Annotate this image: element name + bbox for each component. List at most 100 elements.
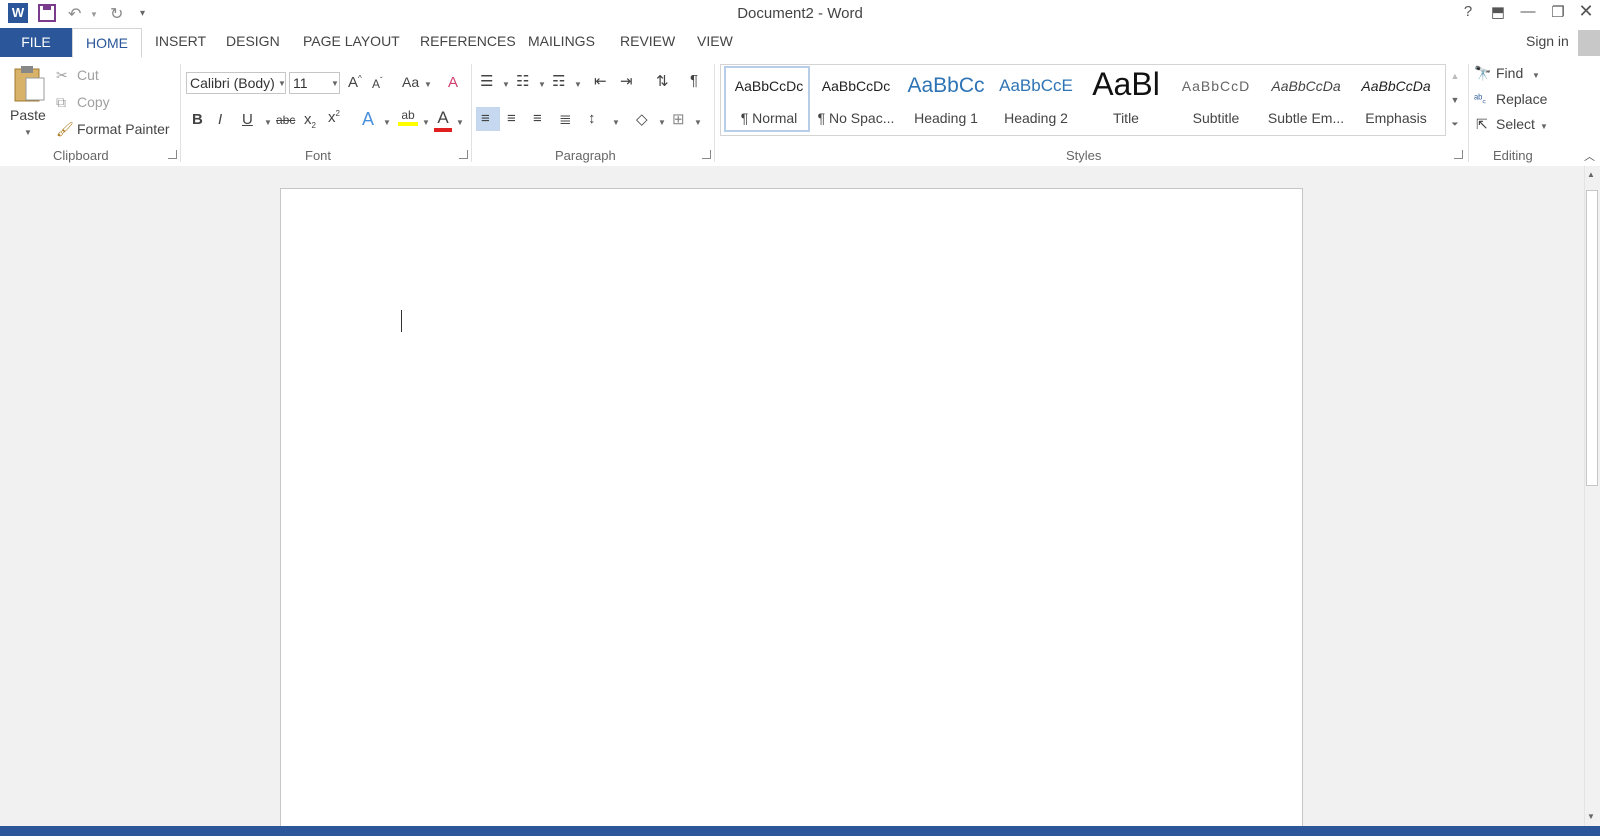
increase-indent-icon[interactable]: ⇥ [620, 72, 633, 90]
styles-launcher-icon[interactable] [1454, 150, 1463, 159]
replace-icon[interactable]: ᵃᵇ꜀ [1474, 91, 1486, 106]
scroll-up-icon[interactable]: ▲ [1587, 170, 1595, 179]
restore-icon[interactable]: ❐ [1546, 3, 1570, 21]
close-icon[interactable]: ✕ [1574, 1, 1598, 22]
decrease-indent-icon[interactable]: ⇤ [594, 72, 607, 90]
sign-in-link[interactable]: Sign in [1526, 33, 1569, 49]
paragraph-launcher-icon[interactable] [702, 150, 711, 159]
justify-icon[interactable]: ≣ [559, 110, 572, 128]
collapse-ribbon-icon[interactable]: ︿ [1584, 148, 1595, 164]
tab-view[interactable]: VIEW [697, 33, 733, 49]
paste-button[interactable]: Paste [10, 107, 46, 123]
group-divider [714, 64, 715, 162]
font-name-combo[interactable]: Calibri (Body) [186, 72, 286, 94]
cut-button[interactable]: Cut [77, 67, 99, 83]
highlight-icon[interactable]: ab [398, 108, 418, 126]
change-case-dropdown-icon[interactable]: ▼ [424, 80, 432, 89]
shading-icon[interactable]: ◇ [636, 110, 648, 128]
font-color-dropdown-icon[interactable]: ▼ [456, 118, 464, 127]
multilevel-list-dropdown-icon[interactable]: ▼ [574, 80, 582, 89]
style-name: Emphasis [1365, 110, 1427, 126]
text-effects-icon[interactable]: A [362, 109, 374, 130]
align-right-icon[interactable]: ≡ [533, 110, 542, 127]
style-sample: AaBbCcDc [734, 78, 804, 94]
style-title[interactable]: AaBl Title [1083, 66, 1169, 132]
tab-design[interactable]: DESIGN [226, 33, 280, 49]
numbering-dropdown-icon[interactable]: ▼ [538, 80, 546, 89]
editing-group-label: Editing [1493, 148, 1533, 163]
styles-scroll-down-icon[interactable]: ▼ [1446, 88, 1464, 112]
styles-more-icon[interactable]: ⏷ [1446, 112, 1464, 136]
italic-icon[interactable]: I [218, 111, 222, 128]
find-dropdown-icon[interactable]: ▼ [1532, 71, 1540, 80]
style-emphasis[interactable]: AaBbCcDa Emphasis [1353, 66, 1439, 132]
bullets-icon[interactable]: ☰ [480, 72, 493, 90]
shrink-font-icon[interactable]: Aˇ [372, 76, 383, 91]
underline-dropdown-icon[interactable]: ▼ [264, 118, 272, 127]
text-effects-dropdown-icon[interactable]: ▼ [383, 118, 391, 127]
numbering-icon[interactable]: ☷ [516, 72, 529, 90]
minimize-icon[interactable]: — [1516, 3, 1540, 20]
sort-icon[interactable]: ⇅ [656, 72, 669, 90]
paste-dropdown-icon[interactable]: ▼ [24, 128, 32, 137]
select-dropdown-icon[interactable]: ▼ [1540, 122, 1548, 131]
copy-button[interactable]: Copy [77, 94, 110, 110]
font-name-dropdown-icon[interactable]: ▼ [278, 79, 286, 88]
style-normal[interactable]: AaBbCcDc ¶ Normal [724, 66, 810, 132]
tab-home[interactable]: HOME [72, 28, 142, 58]
tab-references[interactable]: REFERENCES [420, 33, 516, 49]
subscript-icon[interactable]: x2 [304, 111, 316, 130]
highlight-dropdown-icon[interactable]: ▼ [422, 118, 430, 127]
format-painter-button[interactable]: Format Painter [77, 121, 170, 137]
select-icon[interactable]: ⇱ [1476, 116, 1488, 133]
font-launcher-icon[interactable] [459, 150, 468, 159]
tab-file[interactable]: FILE [0, 28, 72, 57]
align-center-icon[interactable]: ≡ [507, 110, 516, 127]
styles-scroll-up-icon[interactable]: ▲ [1446, 64, 1464, 88]
bold-icon[interactable]: B [192, 111, 203, 128]
borders-dropdown-icon[interactable]: ▼ [694, 118, 702, 127]
style-sample: AaBbCcDa [1361, 78, 1431, 94]
strikethrough-icon[interactable]: abc [276, 113, 295, 127]
select-button[interactable]: Select [1496, 116, 1535, 132]
account-avatar[interactable] [1578, 30, 1600, 56]
style-heading-1[interactable]: AaBbCc Heading 1 [903, 66, 989, 132]
font-size-dropdown-icon[interactable]: ▼ [331, 79, 339, 88]
style-heading-2[interactable]: AaBbCcE Heading 2 [993, 66, 1079, 132]
bullets-dropdown-icon[interactable]: ▼ [502, 80, 510, 89]
find-icon[interactable]: 🔭 [1474, 65, 1491, 82]
tab-review[interactable]: REVIEW [620, 33, 675, 49]
font-color-icon[interactable]: A [434, 108, 452, 132]
tab-mailings[interactable]: MAILINGS [528, 33, 595, 49]
tab-page-layout[interactable]: PAGE LAYOUT [303, 33, 400, 49]
tab-insert[interactable]: INSERT [155, 33, 206, 49]
style-subtitle[interactable]: AaBbCcD Subtitle [1173, 66, 1259, 132]
format-painter-icon[interactable]: 🖌 [56, 121, 74, 138]
superscript-icon[interactable]: x2 [328, 109, 340, 126]
paste-icon[interactable] [12, 64, 46, 109]
style-no-spacing[interactable]: AaBbCcDc ¶ No Spac... [813, 66, 899, 132]
replace-button[interactable]: Replace [1496, 91, 1547, 107]
grow-font-icon[interactable]: A^ [348, 74, 362, 91]
clipboard-launcher-icon[interactable] [168, 150, 177, 159]
line-spacing-icon[interactable]: ↕ [588, 110, 596, 127]
ribbon-display-options-icon[interactable]: ⬒ [1486, 3, 1510, 21]
style-subtle-emphasis[interactable]: AaBbCcDa Subtle Em... [1263, 66, 1349, 132]
cut-icon[interactable]: ✂ [56, 67, 68, 84]
find-button[interactable]: Find [1496, 65, 1523, 81]
shading-dropdown-icon[interactable]: ▼ [658, 118, 666, 127]
scrollbar-thumb[interactable] [1586, 190, 1598, 486]
line-spacing-dropdown-icon[interactable]: ▼ [612, 118, 620, 127]
document-page[interactable] [280, 188, 1303, 836]
multilevel-list-icon[interactable]: ☶ [552, 72, 565, 90]
underline-icon[interactable]: U [242, 111, 253, 128]
show-formatting-marks-icon[interactable]: ¶ [690, 72, 698, 89]
align-left-icon[interactable]: ≡ [481, 110, 490, 127]
clear-formatting-icon[interactable]: A [448, 74, 458, 91]
style-sample: AaBbCc [907, 74, 985, 97]
change-case-button[interactable]: Aa [402, 74, 419, 90]
copy-icon[interactable]: ⧉ [56, 94, 66, 111]
help-button[interactable]: ? [1456, 3, 1480, 20]
borders-icon[interactable]: ⊞ [672, 110, 685, 128]
scroll-down-icon[interactable]: ▼ [1587, 812, 1595, 821]
